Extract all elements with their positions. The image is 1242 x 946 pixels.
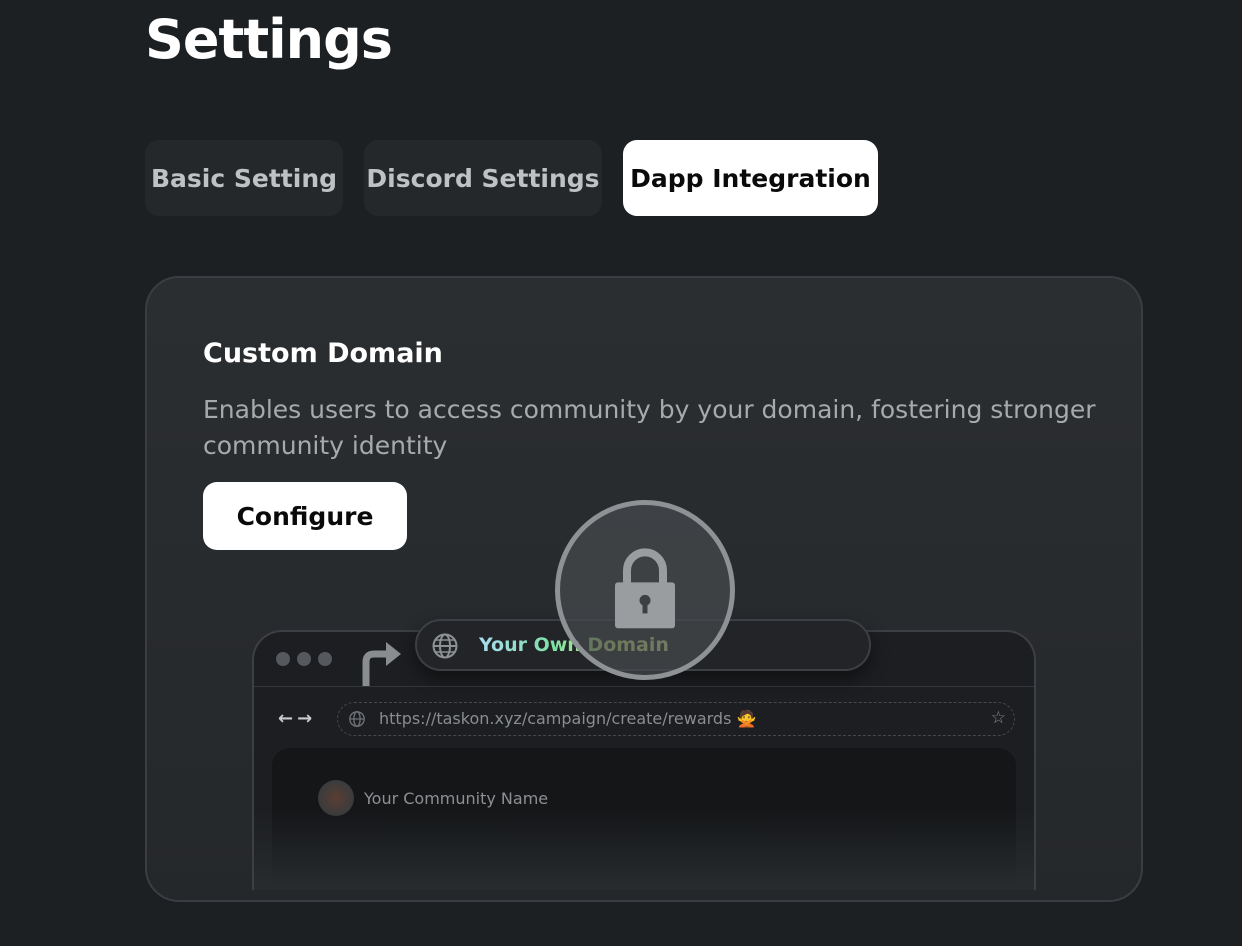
star-icon: ☆ (990, 708, 1006, 728)
section-description: Enables users to access community by you… (203, 395, 1096, 460)
tab-discord-settings[interactable]: Discord Settings (364, 140, 602, 216)
browser-content: Your Community Name (272, 748, 1016, 890)
lock-icon (615, 548, 675, 629)
window-dot (318, 652, 332, 666)
configure-button[interactable]: Configure (203, 482, 407, 550)
community-name: Your Community Name (364, 789, 549, 808)
window-dot (276, 652, 290, 666)
settings-page: Settings Basic Setting Discord Settings … (0, 0, 1242, 946)
tab-dapp-integration[interactable]: Dapp Integration (623, 140, 878, 216)
settings-tabs: Basic Setting Discord Settings Dapp Inte… (145, 140, 878, 216)
globe-icon (432, 633, 458, 659)
avatar (318, 780, 354, 816)
nav-arrows-icon: ←→ (278, 708, 317, 729)
url-bar: https://taskon.xyz/campaign/create/rewar… (337, 702, 1015, 736)
custom-domain-card: Custom Domain Enables users to access co… (145, 276, 1143, 902)
globe-icon (349, 711, 365, 727)
url-text: https://taskon.xyz/campaign/create/rewar… (379, 709, 757, 728)
page-title: Settings (145, 8, 393, 71)
redirect-arrow-icon (362, 642, 401, 686)
locked-overlay (555, 500, 735, 680)
section-title: Custom Domain (203, 338, 443, 369)
tab-basic-setting[interactable]: Basic Setting (145, 140, 343, 216)
window-dot (297, 652, 311, 666)
